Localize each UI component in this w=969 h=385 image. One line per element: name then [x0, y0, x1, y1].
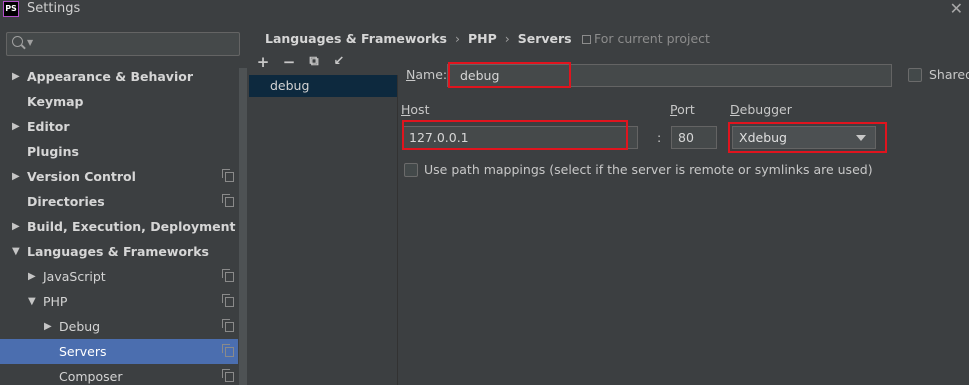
- collapsed-arrow-icon[interactable]: ▶: [12, 64, 20, 89]
- sidebar-item-label: PHP: [43, 294, 68, 309]
- for-current-project-label: For current project: [594, 31, 710, 46]
- sidebar-item-servers[interactable]: Servers: [0, 339, 238, 364]
- breadcrumb-servers: Servers: [517, 31, 572, 46]
- collapsed-arrow-icon[interactable]: ▶: [12, 214, 20, 239]
- sidebar-item-directories[interactable]: Directories: [0, 189, 238, 214]
- project-scope-icon: [582, 35, 591, 44]
- project-scope-icon: [222, 294, 234, 307]
- project-scope-icon: [222, 169, 234, 182]
- sidebar-item-label: Editor: [27, 119, 70, 134]
- collapsed-arrow-icon[interactable]: ▶: [44, 314, 52, 339]
- title-bar: PS Settings ✕: [0, 0, 969, 20]
- sidebar-item-keymap[interactable]: Keymap: [0, 89, 238, 114]
- sidebar-item-label: Debug: [59, 319, 101, 334]
- project-scope-icon: [222, 269, 234, 282]
- sidebar-item-composer[interactable]: Composer: [0, 364, 238, 385]
- panel-divider: [397, 75, 398, 385]
- port-input[interactable]: 80: [671, 126, 717, 149]
- phpstorm-logo-icon: PS: [3, 1, 19, 17]
- servers-panel: Languages & Frameworks › PHP › Servers For c…: [247, 20, 969, 385]
- collapsed-arrow-icon[interactable]: ▶: [12, 164, 20, 189]
- project-scope-icon: [222, 369, 234, 382]
- server-list-item[interactable]: debug: [249, 75, 397, 97]
- breadcrumb-languages: Languages & Frameworks: [265, 31, 447, 46]
- use-path-mappings-checkbox[interactable]: [404, 163, 418, 177]
- host-label: Host: [401, 102, 430, 117]
- window-title: Settings: [27, 1, 81, 16]
- settings-sidebar: ▼ ▶ Appearance & Behavior Keymap ▶ Editor Plu…: [0, 20, 247, 385]
- sidebar-item-label: Appearance & Behavior: [27, 69, 193, 84]
- sidebar-item-label: Servers: [59, 344, 107, 359]
- sidebar-item-plugins[interactable]: Plugins: [0, 139, 238, 164]
- sidebar-item-label: Languages & Frameworks: [27, 244, 209, 259]
- sidebar-item-label: Build, Execution, Deployment: [27, 219, 236, 234]
- breadcrumb-php: PHP: [467, 31, 497, 46]
- search-icon: [12, 36, 23, 47]
- shared-checkbox[interactable]: [908, 68, 922, 82]
- sidebar-item-label: Directories: [27, 194, 105, 209]
- expanded-arrow-icon[interactable]: ▼: [28, 289, 36, 314]
- sidebar-item-editor[interactable]: ▶ Editor: [0, 114, 238, 139]
- project-scope-icon: [222, 344, 234, 357]
- project-scope-icon: [222, 194, 234, 207]
- for-current-project-note: For current project: [582, 31, 710, 46]
- use-path-mappings-label: Use path mappings (select if the server …: [424, 162, 873, 177]
- chevron-down-icon: ▼: [27, 38, 34, 47]
- port-label: Port: [670, 102, 695, 117]
- sidebar-item-php[interactable]: ▼ PHP: [0, 289, 238, 314]
- debugger-label: Debugger: [730, 102, 792, 117]
- sidebar-item-label: Keymap: [27, 94, 84, 109]
- import-server-button[interactable]: ↙: [331, 54, 347, 70]
- host-highlight-box: [402, 120, 628, 150]
- breadcrumb-separator: ›: [454, 31, 460, 46]
- expanded-arrow-icon[interactable]: ▼: [12, 239, 20, 264]
- sidebar-item-build-execution-deployment[interactable]: ▶ Build, Execution, Deployment: [0, 214, 238, 239]
- breadcrumb-separator: ›: [504, 31, 510, 46]
- sidebar-item-label: Version Control: [27, 169, 136, 184]
- name-highlight-box: [448, 62, 571, 88]
- sidebar-item-debug[interactable]: ▶ Debug: [0, 314, 238, 339]
- copy-server-button[interactable]: ⧉: [306, 54, 322, 70]
- sidebar-scrollbar[interactable]: [239, 68, 247, 385]
- settings-search-input[interactable]: ▼: [6, 32, 240, 56]
- server-list: debug: [249, 75, 397, 385]
- sidebar-item-version-control[interactable]: ▶ Version Control: [0, 164, 238, 189]
- shared-label: Shared: [929, 67, 969, 82]
- name-label: Name:: [406, 67, 448, 82]
- breadcrumb: Languages & Frameworks › PHP › Servers: [265, 31, 572, 46]
- project-scope-icon: [222, 319, 234, 332]
- sidebar-item-label: Plugins: [27, 144, 79, 159]
- add-server-button[interactable]: +: [255, 54, 271, 70]
- sidebar-item-appearance-behavior[interactable]: ▶ Appearance & Behavior: [0, 64, 238, 89]
- close-icon[interactable]: ✕: [950, 0, 963, 18]
- host-port-colon: :: [657, 130, 662, 145]
- collapsed-arrow-icon[interactable]: ▶: [28, 264, 36, 289]
- sidebar-item-label: JavaScript: [43, 269, 106, 284]
- collapsed-arrow-icon[interactable]: ▶: [12, 114, 20, 139]
- sidebar-item-javascript[interactable]: ▶ JavaScript: [0, 264, 238, 289]
- sidebar-item-languages-frameworks[interactable]: ▼ Languages & Frameworks: [0, 239, 238, 264]
- remove-server-button[interactable]: −: [281, 54, 297, 70]
- sidebar-item-label: Composer: [59, 369, 123, 384]
- debugger-highlight-box: [728, 122, 887, 153]
